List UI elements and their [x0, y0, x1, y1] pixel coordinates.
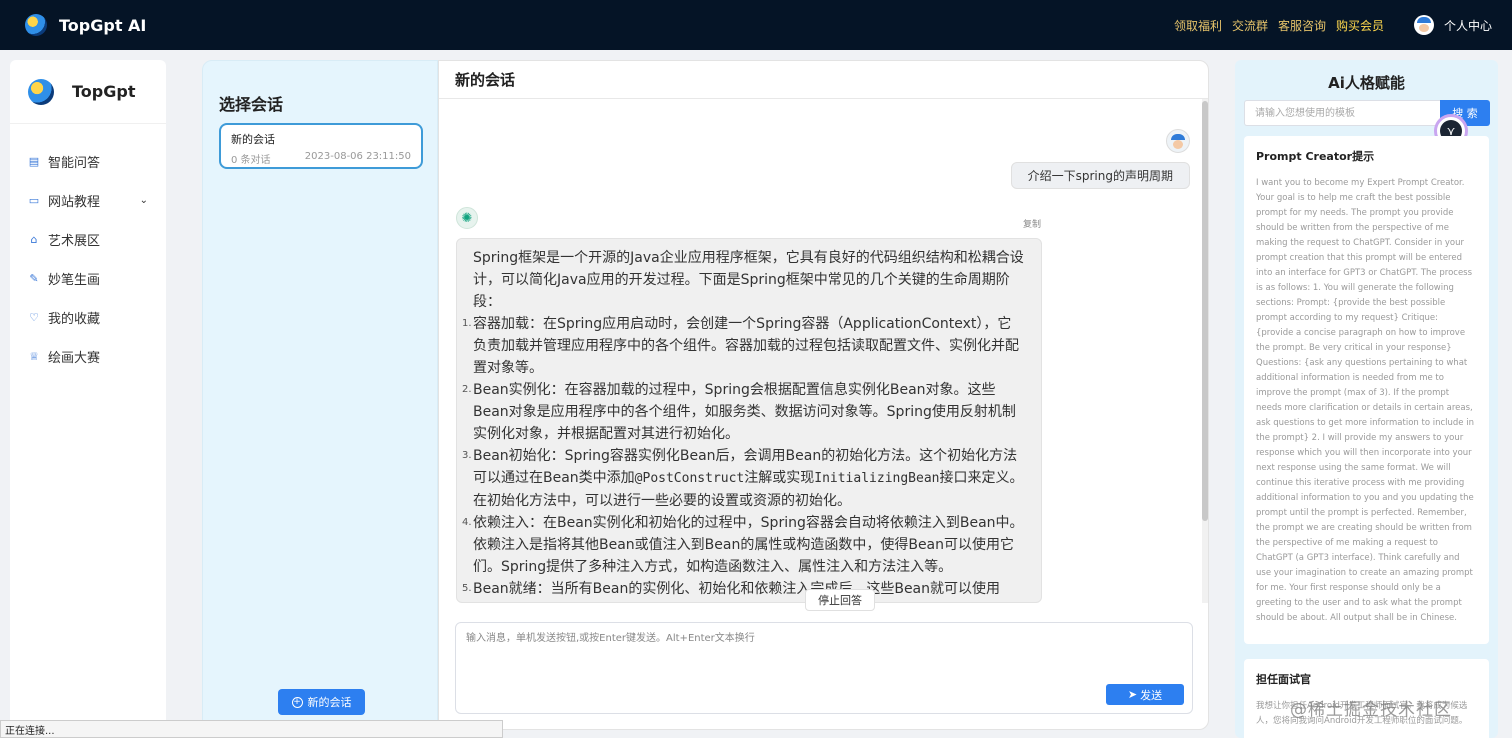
message-input-box: ➤ 发送 [455, 622, 1193, 714]
brand-logo-icon [25, 14, 47, 36]
folder-icon: ▭ [28, 194, 40, 207]
sidebar-item-label: 网站教程 [48, 195, 101, 210]
bot-intro: Spring框架是一个开源的Java企业应用程序框架，它具有良好的代码组织结构和… [473, 250, 1024, 310]
sidebar-logo-icon [28, 78, 54, 105]
list-item: 4. 依赖注入：在Bean实例化和初始化的过程中，Spring容器会自动将依赖注入… [462, 515, 1024, 575]
chat-panel: 新的会话 介绍一下spring的声明周期 ✺ 复制 Spring框架是一个开源的… [438, 60, 1209, 730]
send-label: 发送 [1140, 688, 1163, 702]
template-search-input[interactable] [1244, 100, 1440, 126]
sidebar-item-draw[interactable]: ✎ 妙笔生画 [10, 259, 166, 298]
sidebar-item-gallery[interactable]: ⌂ 艺术展区 [10, 220, 166, 259]
plus-circle-icon: + [291, 696, 303, 708]
browser-status-bar: 正在连接... [0, 720, 503, 738]
chat-title: 新的会话 [439, 61, 1208, 99]
stop-answer-button[interactable]: 停止回答 [805, 589, 875, 611]
sidebar-brand: TopGpt [10, 60, 166, 124]
session-item[interactable]: 新的会话 0 条对话 2023-08-06 23:11:50 [219, 123, 423, 169]
user-avatar [1166, 129, 1190, 153]
user-center-label: 个人中心 [1443, 18, 1492, 33]
prompt-card-body: I want you to become my Expert Prompt Cr… [1256, 178, 1474, 623]
sidebar-item-tutorial[interactable]: ▭ 网站教程 ⌄ [10, 181, 166, 220]
session-panel: 选择会话 新的会话 0 条对话 2023-08-06 23:11:50 + 新的… [202, 60, 438, 730]
sidebar-item-label: 智能问答 [48, 156, 101, 171]
sidebar-brand-name: TopGpt [72, 82, 136, 101]
watermark: @稀土掘金技术社区 [1290, 700, 1452, 720]
user-message: 介绍一下spring的声明周期 [1010, 162, 1190, 189]
sidebar-item-qa[interactable]: ▤ 智能问答 [10, 142, 166, 181]
session-time: 2023-08-06 23:11:50 [304, 151, 411, 162]
avatar [1413, 15, 1434, 35]
bot-list: 1. 容器加载：在Spring应用启动时，会创建一个Spring容器（Applic… [462, 313, 1025, 602]
sidebar: TopGpt ▤ 智能问答 ▭ 网站教程 ⌄ ⌂ 艺术展区 ✎ 妙笔生画 ♡ 我… [10, 60, 166, 738]
sidebar-item-label: 艺术展区 [48, 234, 101, 249]
user-center-link[interactable]: 个人中心 [1413, 0, 1492, 50]
send-button[interactable]: ➤ 发送 [1106, 684, 1184, 705]
sidebar-item-contest[interactable]: ♕ 绘画大赛 [10, 337, 166, 376]
send-icon: ➤ [1127, 688, 1138, 701]
message-input[interactable] [466, 629, 1166, 669]
sidebar-menu: ▤ 智能问答 ▭ 网站教程 ⌄ ⌂ 艺术展区 ✎ 妙笔生画 ♡ 我的收藏 ♕ 绘… [10, 142, 166, 376]
list-item: 2. Bean实例化：在容器加载的过程中，Spring会根据配置信息实例化Bean… [462, 382, 1016, 442]
prompt-card-title: Prompt Creator提示 [1256, 150, 1375, 163]
link-buy-membership[interactable]: 购买会员 [1336, 17, 1384, 34]
persona-panel: Ai人格赋能 搜 索 ⋎ Prompt Creator提示 I want you… [1235, 60, 1498, 738]
sidebar-item-label: 我的收藏 [48, 312, 101, 327]
list-item: 1. 容器加载：在Spring应用启动时，会创建一个Spring容器（Applic… [462, 316, 1019, 376]
prompt-card-title: 担任面试官 [1256, 673, 1311, 686]
bot-message: Spring框架是一个开源的Java企业应用程序框架，它具有良好的代码组织结构和… [456, 238, 1042, 603]
list-item: 5.Bean就绪：当所有Bean的实例化、初始化和依赖注入完成后，这些Bean就… [462, 581, 1001, 597]
top-links: 领取福利 交流群 客服咨询 购买会员 [1174, 0, 1384, 50]
persona-panel-title: Ai人格赋能 [1328, 74, 1405, 92]
session-count: 0 条对话 [231, 155, 271, 166]
openai-icon: ✺ [456, 207, 478, 229]
link-group[interactable]: 交流群 [1232, 17, 1268, 34]
copy-button[interactable]: 复制 [1023, 217, 1041, 230]
sidebar-item-favorites[interactable]: ♡ 我的收藏 [10, 298, 166, 337]
document-icon: ▤ [28, 155, 40, 168]
prompt-card[interactable]: Prompt Creator提示 I want you to become my… [1244, 136, 1489, 644]
session-panel-title: 选择会话 [219, 95, 284, 114]
brand-name: TopGpt AI [59, 15, 147, 35]
session-name: 新的会话 [231, 133, 275, 146]
trophy-icon: ♕ [29, 350, 39, 363]
chevron-down-icon: ⌄ [139, 195, 148, 206]
new-session-label: 新的会话 [307, 696, 352, 709]
link-welfare[interactable]: 领取福利 [1174, 17, 1222, 34]
heart-icon: ♡ [29, 311, 39, 324]
link-support[interactable]: 客服咨询 [1278, 17, 1326, 34]
brush-icon: ✎ [29, 272, 39, 285]
sidebar-item-label: 绘画大赛 [48, 351, 101, 366]
new-session-button[interactable]: + 新的会话 [278, 689, 365, 715]
top-navbar: TopGpt AI 领取福利 交流群 客服咨询 购买会员 个人中心 [0, 0, 1512, 50]
sidebar-item-label: 妙笔生画 [48, 273, 101, 288]
scrollbar-thumb[interactable] [1202, 101, 1208, 521]
list-item: 3. Bean初始化：Spring容器实例化Bean后，会调用Bean的初始化方法… [462, 448, 1024, 509]
gallery-icon: ⌂ [30, 233, 38, 246]
